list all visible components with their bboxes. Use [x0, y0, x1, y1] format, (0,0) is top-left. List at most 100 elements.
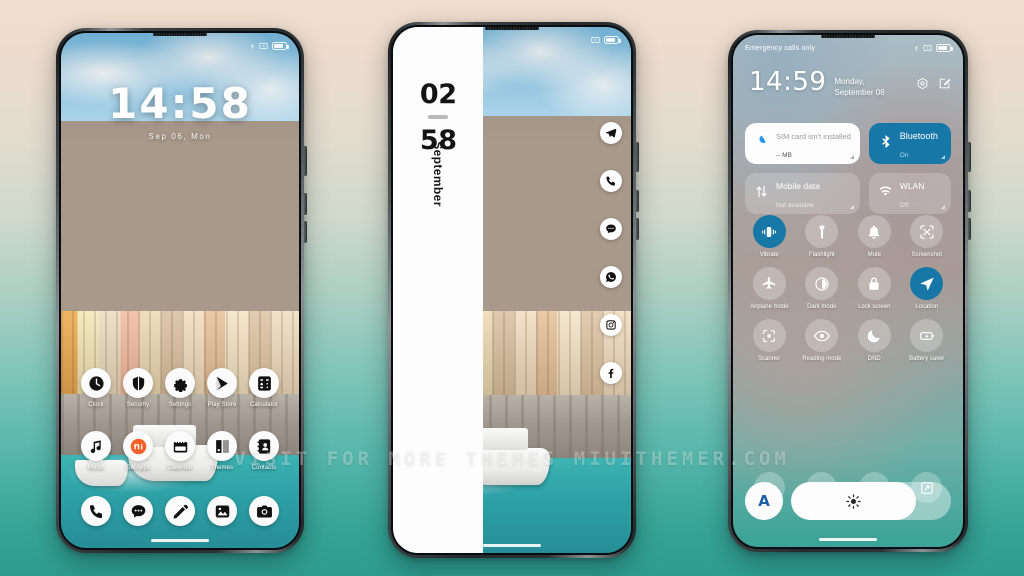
aod-separator [428, 115, 449, 119]
bluetooth-icon [914, 45, 918, 51]
qs-tile-label: Screenshot [911, 252, 942, 258]
clock-icon[interactable] [81, 368, 111, 398]
qs-tile-scanner[interactable]: Scanner [743, 319, 796, 362]
aod-hours: 02 [419, 79, 457, 110]
home-indicator[interactable] [483, 543, 541, 547]
app-play-store[interactable]: Play Store [201, 368, 243, 408]
play-store-icon[interactable] [207, 368, 237, 398]
dock-phone[interactable] [75, 496, 117, 526]
app-label: Music [87, 465, 105, 471]
qs-tile-vibrate[interactable]: Vibrate [743, 215, 796, 258]
flashlight-icon[interactable] [805, 215, 839, 248]
app-music[interactable]: Music [75, 431, 117, 471]
home-indicator[interactable] [819, 537, 877, 541]
message-icon[interactable] [123, 496, 153, 526]
app-themes[interactable]: Themes [201, 431, 243, 471]
themes-icon[interactable] [207, 431, 237, 461]
qs-tile-lock-screen[interactable]: Lock screen [848, 267, 901, 310]
qs-tile-label: Airplane mode [749, 304, 789, 310]
expand-corner-icon[interactable] [941, 155, 945, 159]
volume-up-button[interactable] [636, 190, 639, 212]
qs-tile-screenshot[interactable]: Screenshot [901, 215, 954, 258]
qs-tile-dnd[interactable]: DND [848, 319, 901, 362]
side-app-telegram[interactable] [600, 122, 622, 144]
expand-corner-icon[interactable] [849, 205, 854, 209]
power-button[interactable] [304, 146, 307, 176]
big-tile-label: WLAN [899, 180, 925, 191]
shade-time: 14:59 [749, 67, 827, 97]
screenshot-icon[interactable] [910, 215, 944, 248]
contacts-icon[interactable] [249, 431, 279, 461]
brightness-slider[interactable] [791, 482, 951, 520]
qs-tile-battery-saver[interactable]: Battery saver [901, 319, 954, 362]
battery-icon [604, 36, 621, 44]
app-security[interactable]: Security [117, 368, 159, 408]
contrast-icon[interactable] [805, 267, 839, 300]
app-label: Play Store [207, 402, 237, 408]
big-tile-sim-card-isn-t-installed[interactable]: SIM card isn't installed -- MB [745, 123, 860, 164]
app-contacts[interactable]: Contacts [243, 431, 285, 471]
app-clock[interactable]: Clock [75, 368, 117, 408]
power-button[interactable] [636, 142, 639, 172]
gear-icon[interactable] [165, 368, 195, 398]
edit-icon[interactable] [938, 77, 951, 90]
qs-tile-reading-mode[interactable]: Reading mode [796, 319, 849, 362]
side-app-messages[interactable] [600, 218, 622, 240]
phone-1-lockscreen: 14:58 Sep 06, Mon Clock Security Setting… [56, 28, 307, 553]
qs-tile-dark-mode[interactable]: Dark mode [796, 267, 849, 310]
qs-tile-location[interactable]: Location [901, 267, 954, 310]
side-app-instagram[interactable] [600, 314, 622, 336]
moon-icon[interactable] [857, 319, 891, 352]
big-tile-mobile-data[interactable]: Mobile data Not available [745, 173, 860, 214]
music-note-icon[interactable] [81, 431, 111, 461]
big-tile-wlan[interactable]: WLAN Off [868, 173, 951, 214]
camera-icon[interactable] [249, 496, 279, 526]
dock-notes[interactable] [159, 496, 201, 526]
pencil-icon[interactable] [165, 496, 195, 526]
eye-icon[interactable] [805, 319, 839, 352]
shield-icon[interactable] [123, 368, 153, 398]
big-tile-label: SIM card isn't installed [776, 131, 851, 141]
dock-camera[interactable] [243, 496, 285, 526]
app-calendar[interactable]: Calendar [159, 431, 201, 471]
vibrate-icon[interactable] [752, 215, 786, 248]
home-indicator[interactable] [151, 538, 209, 542]
app-calculator[interactable]: Calculator [243, 368, 285, 408]
app-settings[interactable]: Settings [159, 368, 201, 408]
volume-up-button[interactable] [304, 193, 307, 215]
phone-icon[interactable] [81, 496, 111, 526]
app-label: Themes [210, 465, 234, 471]
dock-gallery[interactable] [201, 496, 243, 526]
lock-icon[interactable] [857, 267, 891, 300]
auto-brightness-button[interactable]: A [745, 482, 783, 520]
app-getapps[interactable]: GetApps [117, 431, 159, 471]
expand-corner-icon[interactable] [941, 205, 945, 209]
qs-tile-label: DND [867, 356, 881, 362]
power-button[interactable] [968, 142, 971, 172]
side-app-phone[interactable] [600, 170, 622, 192]
scanner-icon[interactable] [752, 319, 786, 352]
qs-tile-airplane-mode[interactable]: Airplane mode [743, 267, 796, 310]
big-tile-bluetooth[interactable]: Bluetooth On [868, 123, 951, 164]
volume-down-button[interactable] [968, 218, 971, 240]
calculator-icon[interactable] [249, 368, 279, 398]
alarm-icon [591, 37, 600, 43]
dock-messages[interactable] [117, 496, 159, 526]
bell-icon[interactable] [857, 215, 891, 248]
calendar-icon[interactable] [165, 431, 195, 461]
qs-tile-mute[interactable]: Mute [848, 215, 901, 258]
side-app-facebook[interactable] [600, 362, 622, 384]
airplane-icon[interactable] [752, 267, 786, 300]
volume-down-button[interactable] [304, 221, 307, 243]
battery-saver-icon[interactable] [910, 319, 944, 352]
location-icon[interactable] [910, 267, 944, 300]
qs-tile-flashlight[interactable]: Flashlight [796, 215, 849, 258]
side-app-whatsapp[interactable] [600, 266, 622, 288]
shade-clock-row: 14:59 Monday, September 06 [749, 69, 951, 99]
gear-hex-icon[interactable] [916, 77, 929, 90]
volume-up-button[interactable] [968, 190, 971, 212]
mi-getapps-icon[interactable] [123, 431, 153, 461]
gallery-icon[interactable] [207, 496, 237, 526]
volume-down-button[interactable] [636, 218, 639, 240]
expand-corner-icon[interactable] [849, 155, 854, 159]
